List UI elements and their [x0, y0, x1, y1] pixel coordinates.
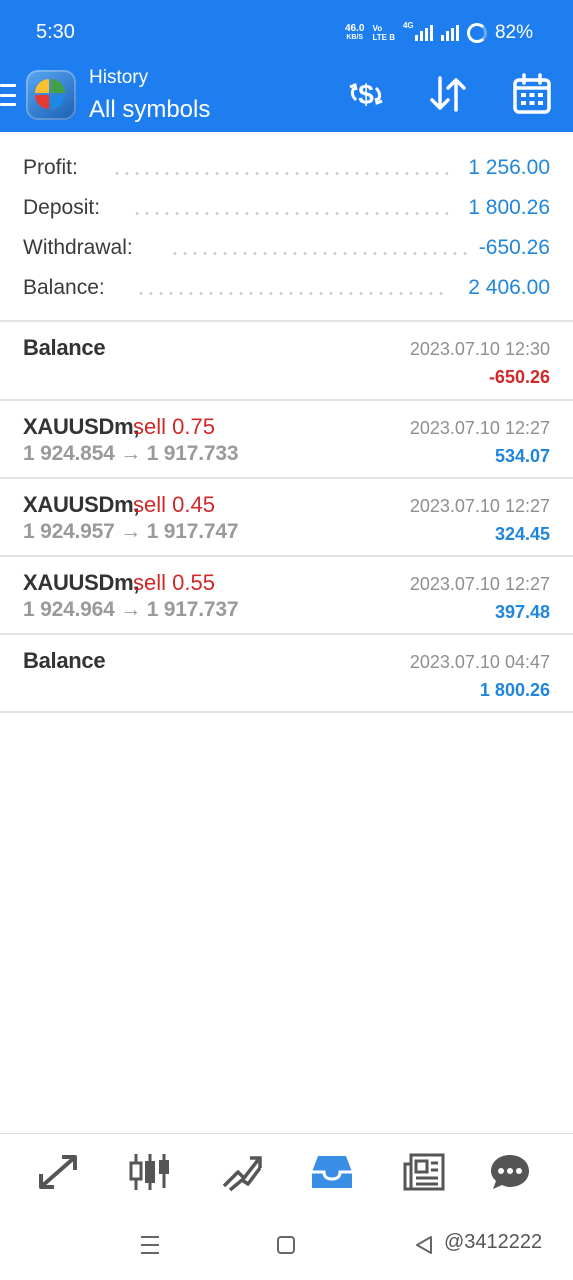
recents-icon[interactable]: [136, 1232, 164, 1258]
history-summary: Profit: 1 256.00 Deposit: 1 800.26 Withd…: [0, 146, 573, 306]
summary-row-withdrawal: Withdrawal: -650.26: [0, 226, 573, 266]
signal-4g-icon: 4G: [403, 21, 433, 41]
deal-time: 2023.07.10 04:47: [409, 652, 550, 672]
divider: [0, 711, 573, 713]
quotes-icon[interactable]: [34, 1150, 82, 1194]
deal-time: 2023.07.10 12:30: [409, 339, 550, 359]
summary-label: Balance:: [23, 276, 105, 299]
chat-icon[interactable]: [486, 1150, 534, 1194]
system-navigation: @3412222: [0, 1210, 573, 1280]
deal-row-trade[interactable]: XAUUSDm, sell 0.55 1 924.964 → 1 917.737…: [0, 557, 573, 633]
summary-value: 1 800.26: [468, 196, 550, 219]
menu-icon[interactable]: [0, 84, 16, 106]
deal-amount: 324.45: [494, 524, 550, 544]
summary-label: Deposit:: [23, 196, 101, 219]
volte-indicator: Vo LTE B: [372, 24, 395, 42]
deal-time: 2023.07.10 12:27: [409, 418, 550, 438]
status-icons: 46.0 KB/S Vo LTE B 4G 82%: [345, 20, 533, 46]
volte-bottom: LTE B: [372, 33, 395, 42]
summary-label: Withdrawal:: [23, 236, 133, 259]
watermark: @3412222: [444, 1231, 543, 1253]
trade-icon[interactable]: [218, 1150, 266, 1194]
summary-value: 1 256.00: [468, 156, 550, 179]
battery-icon: [466, 23, 487, 43]
svg-text:$: $: [358, 79, 374, 110]
deal-prices: 1 924.957 → 1 917.747: [23, 520, 239, 543]
deal-symbol: XAUUSDm,: [23, 570, 140, 595]
deal-amount: 1 800.26: [479, 680, 550, 700]
deal-row-balance[interactable]: Balance 2023.07.10 04:47 1 800.26: [0, 635, 573, 711]
leader-dots: [132, 212, 449, 215]
sort-icon[interactable]: [422, 70, 474, 118]
page-subtitle: History: [89, 67, 149, 88]
deal-type: sell 0.55: [133, 570, 215, 595]
chart-icon[interactable]: [126, 1150, 174, 1194]
battery-percent: 82%: [494, 22, 533, 43]
summary-label: Profit:: [23, 156, 78, 179]
app-header: 5:30 46.0 KB/S Vo LTE B 4G 82% History A…: [0, 0, 573, 132]
page-title[interactable]: All symbols: [89, 96, 210, 124]
deal-type: sell 0.45: [133, 492, 215, 517]
signal-icon: [440, 25, 459, 41]
back-icon[interactable]: [410, 1232, 438, 1258]
summary-row-deposit: Deposit: 1 800.26: [0, 186, 573, 226]
leader-dots: [170, 252, 467, 255]
calendar-icon[interactable]: [506, 70, 558, 118]
deal-amount: 534.07: [494, 446, 550, 466]
summary-row-profit: Profit: 1 256.00: [0, 146, 573, 186]
deal-amount: -650.26: [488, 367, 550, 387]
deal-row-trade[interactable]: XAUUSDm, sell 0.75 1 924.854 → 1 917.733…: [0, 401, 573, 477]
summary-value: 2 406.00: [468, 276, 550, 299]
network-speed-value: 46.0: [344, 23, 365, 34]
deal-amount: 397.48: [494, 602, 550, 622]
volte-top: Vo: [372, 24, 383, 33]
deal-row-balance[interactable]: Balance 2023.07.10 12:30 -650.26: [0, 322, 573, 398]
deal-time: 2023.07.10 12:27: [409, 574, 550, 594]
deal-time: 2023.07.10 12:27: [409, 496, 550, 516]
network-speed: 46.0 KB/S: [345, 24, 364, 42]
leader-dots: [136, 292, 449, 295]
deal-symbol: XAUUSDm,: [23, 414, 140, 439]
home-icon[interactable]: [272, 1232, 300, 1258]
summary-row-balance: Balance: 2 406.00: [0, 266, 573, 306]
bottom-navigation: [0, 1133, 573, 1210]
network-type: 4G: [402, 21, 414, 30]
deal-prices: 1 924.964 → 1 917.737: [23, 598, 239, 621]
network-speed-unit: KB/S: [346, 34, 364, 41]
currency-exchange-icon[interactable]: $: [340, 70, 392, 118]
leader-dots: [112, 172, 451, 175]
deal-symbol: XAUUSDm,: [23, 492, 140, 517]
summary-value: -650.26: [478, 236, 550, 259]
news-icon[interactable]: [400, 1150, 448, 1194]
deal-type: sell 0.75: [133, 414, 215, 439]
status-time: 5:30: [36, 21, 75, 43]
deal-name: Balance: [23, 335, 106, 360]
deal-name: Balance: [23, 648, 106, 673]
metatrader-logo-icon: [26, 70, 76, 120]
deal-prices: 1 924.854 → 1 917.733: [23, 442, 239, 465]
history-icon[interactable]: [308, 1150, 356, 1194]
deal-row-trade[interactable]: XAUUSDm, sell 0.45 1 924.957 → 1 917.747…: [0, 479, 573, 555]
